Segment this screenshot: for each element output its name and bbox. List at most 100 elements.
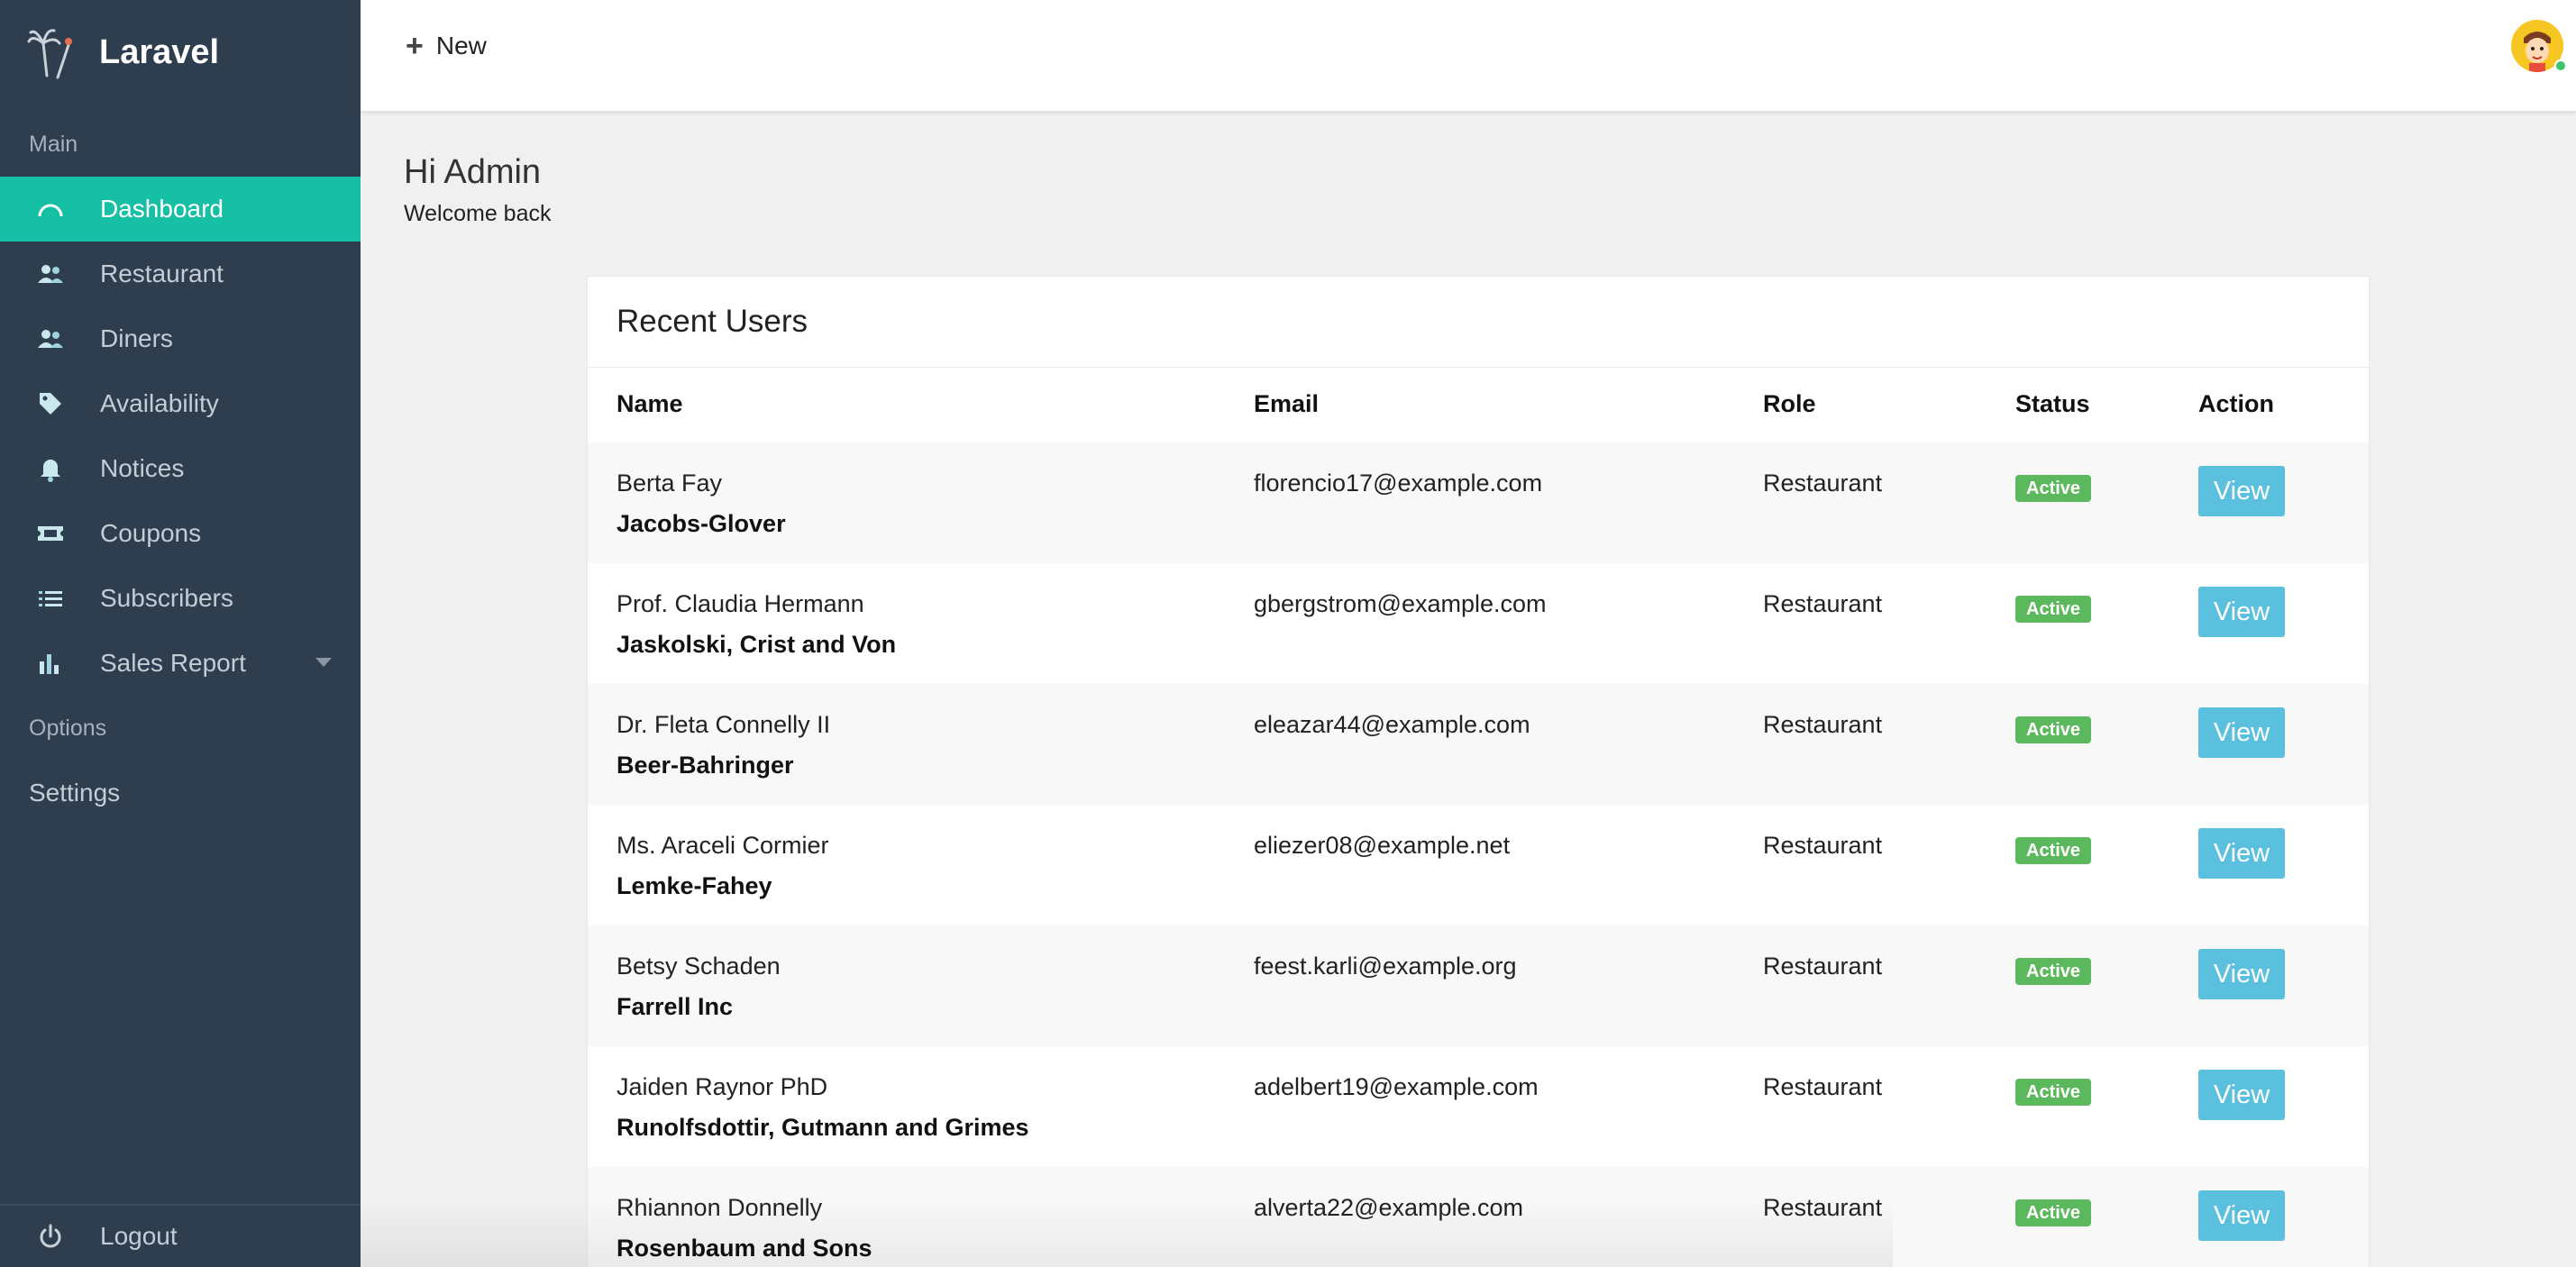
status-badge: Active — [2015, 475, 2092, 502]
role-cell: Restaurant — [1763, 1073, 1883, 1100]
name-cell: Dr. Fleta Connelly II Beer-Bahringer — [617, 711, 830, 779]
user-company: Runolfsdottir, Gutmann and Grimes — [617, 1114, 1029, 1141]
name-cell: Ms. Araceli Cormier Lemke-Fahey — [617, 832, 829, 900]
view-button[interactable]: View — [2198, 1070, 2285, 1120]
recent-users-card: Recent Users Name Email Role Status Acti… — [587, 276, 2370, 1267]
user-company: Lemke-Fahey — [617, 872, 772, 899]
view-button[interactable]: View — [2198, 466, 2285, 516]
column-header-role: Role — [1763, 390, 1816, 417]
column-header-name: Name — [617, 390, 683, 417]
status-badge: Active — [2015, 958, 2092, 985]
sidebar-item-dashboard[interactable]: Dashboard — [0, 177, 361, 242]
user-name: Jaiden Raynor PhD — [617, 1073, 828, 1100]
email-cell: eliezer08@example.net — [1254, 832, 1511, 859]
sidebar-item-label: Diners — [100, 324, 173, 352]
bell-icon — [41, 460, 60, 482]
new-button[interactable]: + New — [406, 31, 487, 61]
view-button[interactable]: View — [2198, 828, 2285, 879]
list-icon — [39, 591, 62, 606]
user-company: Beer-Bahringer — [617, 752, 794, 779]
status-badge: Active — [2015, 596, 2092, 623]
user-company: Rosenbaum and Sons — [617, 1235, 872, 1262]
user-name: Ms. Araceli Cormier — [617, 832, 829, 859]
new-button-label: New — [435, 32, 487, 59]
name-cell: Rhiannon Donnelly Rosenbaum and Sons — [617, 1194, 872, 1262]
user-company: Jacobs-Glover — [617, 510, 786, 537]
sidebar-nav: Dashboard Restaurant Diners Availability — [0, 177, 361, 696]
column-header-action: Action — [2198, 390, 2274, 417]
table-row: Rhiannon Donnelly Rosenbaum and Sons alv… — [588, 1167, 2369, 1267]
online-status-indicator — [2554, 59, 2567, 72]
section-label-options: Options — [29, 716, 107, 741]
sidebar-item-diners[interactable]: Diners — [0, 306, 361, 371]
table-row: Berta Fay Jacobs-Glover florencio17@exam… — [588, 442, 2369, 563]
user-name: Prof. Claudia Hermann — [617, 590, 864, 617]
user-company: Farrell Inc — [617, 993, 734, 1020]
view-button[interactable]: View — [2198, 707, 2285, 758]
sidebar-item-notices[interactable]: Notices — [0, 436, 361, 501]
status-badge: Active — [2015, 716, 2092, 743]
role-cell: Restaurant — [1763, 469, 1883, 497]
role-cell: Restaurant — [1763, 590, 1883, 617]
user-name: Dr. Fleta Connelly II — [617, 711, 831, 738]
sidebar-item-coupons[interactable]: Coupons — [0, 501, 361, 566]
role-cell: Restaurant — [1763, 953, 1883, 980]
view-button[interactable]: View — [2198, 1190, 2285, 1241]
column-header-status: Status — [2015, 390, 2090, 417]
role-cell: Restaurant — [1763, 711, 1883, 738]
status-badge: Active — [2015, 1199, 2092, 1226]
email-cell: eleazar44@example.com — [1254, 711, 1530, 738]
sidebar: Laravel Main Dashboard Restaurant Diners — [0, 0, 361, 1267]
view-button[interactable]: View — [2198, 587, 2285, 637]
email-cell: adelbert19@example.com — [1254, 1073, 1539, 1100]
view-button[interactable]: View — [2198, 949, 2285, 999]
brand[interactable]: Laravel — [27, 25, 219, 79]
top-bar: + New — [361, 0, 2576, 112]
ticket-icon — [38, 526, 63, 541]
user-company: Jaskolski, Crist and Von — [617, 631, 897, 658]
users-table-body: Berta Fay Jacobs-Glover florencio17@exam… — [588, 442, 2369, 1267]
name-cell: Berta Fay Jacobs-Glover — [617, 469, 786, 538]
table-row: Ms. Araceli Cormier Lemke-Fahey eliezer0… — [588, 805, 2369, 925]
table-row: Jaiden Raynor PhD Runolfsdottir, Gutmann… — [588, 1046, 2369, 1167]
sidebar-item-label: Sales Report — [100, 649, 246, 677]
logout-button[interactable]: Logout — [0, 1206, 361, 1267]
sidebar-item-restaurant[interactable]: Restaurant — [0, 242, 361, 306]
chevron-down-icon[interactable] — [315, 658, 332, 667]
user-name: Berta Fay — [617, 469, 723, 497]
tag-icon — [40, 393, 61, 415]
power-icon — [40, 1224, 61, 1248]
column-header-email: Email — [1254, 390, 1320, 417]
divider — [588, 367, 2369, 368]
email-cell: gbergstrom@example.com — [1254, 590, 1547, 617]
name-cell: Betsy Schaden Farrell Inc — [617, 953, 781, 1021]
email-cell: alverta22@example.com — [1254, 1194, 1524, 1221]
sidebar-item-subscribers[interactable]: Subscribers — [0, 566, 361, 631]
logout-label: Logout — [100, 1222, 178, 1250]
email-cell: feest.karli@example.org — [1254, 953, 1517, 980]
sidebar-item-label: Dashboard — [100, 195, 224, 223]
page-subtitle: Welcome back — [404, 201, 552, 226]
sidebar-item-sales-report[interactable]: Sales Report — [0, 631, 361, 696]
name-cell: Prof. Claudia Hermann Jaskolski, Crist a… — [617, 590, 896, 659]
plus-icon: + — [406, 29, 424, 63]
section-label-main: Main — [29, 132, 78, 157]
users-icon — [38, 265, 63, 283]
sidebar-item-label: Notices — [100, 454, 185, 482]
page-title: Hi Admin — [404, 153, 542, 191]
sidebar-item-availability[interactable]: Availability — [0, 371, 361, 436]
status-badge: Active — [2015, 1079, 2092, 1106]
user-name: Betsy Schaden — [617, 953, 781, 980]
name-cell: Jaiden Raynor PhD Runolfsdottir, Gutmann… — [617, 1073, 1029, 1142]
sidebar-item-label: Coupons — [100, 519, 202, 547]
status-badge: Active — [2015, 837, 2092, 864]
email-cell: florencio17@example.com — [1254, 469, 1543, 497]
users-icon — [38, 330, 63, 348]
sidebar-item-settings[interactable]: Settings — [29, 779, 120, 807]
user-name: Rhiannon Donnelly — [617, 1194, 823, 1221]
dashboard-gauge-icon — [38, 204, 63, 217]
sidebar-item-label: Availability — [100, 389, 219, 417]
card-title: Recent Users — [617, 304, 808, 339]
brand-name: Laravel — [99, 32, 220, 71]
role-cell: Restaurant — [1763, 832, 1883, 859]
